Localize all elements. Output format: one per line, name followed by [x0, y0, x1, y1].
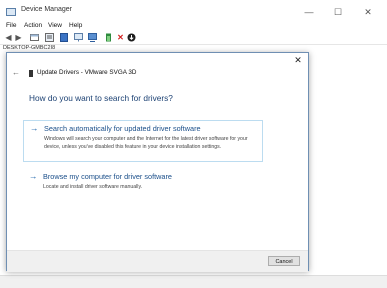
menu-help[interactable]: Help [69, 22, 82, 29]
forward-icon[interactable]: ▶ [14, 33, 23, 42]
update-drivers-dialog: ✕ ← Update Drivers - VMware SVGA 3D How … [6, 52, 309, 272]
download-icon[interactable] [127, 33, 136, 42]
toolbar: ◀ ▶ ✕ [0, 31, 387, 45]
back-arrow-icon[interactable]: ← [12, 68, 20, 77]
dialog-heading: How do you want to search for drivers? [29, 93, 173, 103]
display-icon[interactable] [88, 33, 97, 42]
properties-icon[interactable] [30, 33, 39, 42]
help-icon[interactable] [45, 33, 54, 42]
tree-root-node[interactable]: DESKTOP-GMBC2I8 [3, 45, 55, 51]
cancel-button[interactable]: Cancel [268, 256, 300, 266]
menu-view[interactable]: View [48, 22, 62, 29]
close-window-button[interactable]: ✕ [357, 3, 379, 21]
maximize-button[interactable]: ☐ [327, 3, 349, 21]
monitor-icon[interactable] [74, 33, 83, 42]
search-automatically-option[interactable]: → Search automatically for updated drive… [23, 120, 263, 162]
option-description: Locate and install driver software manua… [43, 184, 143, 190]
device-manager-icon [6, 8, 16, 16]
back-icon[interactable]: ◀ [4, 33, 13, 42]
computer-icon[interactable] [60, 33, 69, 42]
device-icon [29, 70, 33, 77]
menu-action[interactable]: Action [24, 22, 42, 29]
status-bar [0, 275, 387, 288]
dialog-footer: Cancel [7, 250, 308, 272]
option-description: Windows will search your computer and th… [44, 136, 248, 150]
option-title: Search automatically for updated driver … [44, 124, 201, 133]
menu-file[interactable]: File [6, 22, 16, 29]
update-driver-icon[interactable] [104, 33, 113, 42]
browse-computer-option[interactable]: → Browse my computer for driver software… [23, 169, 263, 196]
window-title: Device Manager [21, 6, 72, 13]
arrow-right-icon: → [29, 171, 38, 181]
option-title: Browse my computer for driver software [43, 172, 172, 181]
dialog-close-button[interactable]: ✕ [292, 54, 304, 66]
minimize-button[interactable]: — [298, 3, 320, 21]
arrow-right-icon: → [30, 123, 39, 133]
uninstall-icon[interactable]: ✕ [116, 33, 125, 42]
dialog-title: Update Drivers - VMware SVGA 3D [37, 69, 137, 76]
